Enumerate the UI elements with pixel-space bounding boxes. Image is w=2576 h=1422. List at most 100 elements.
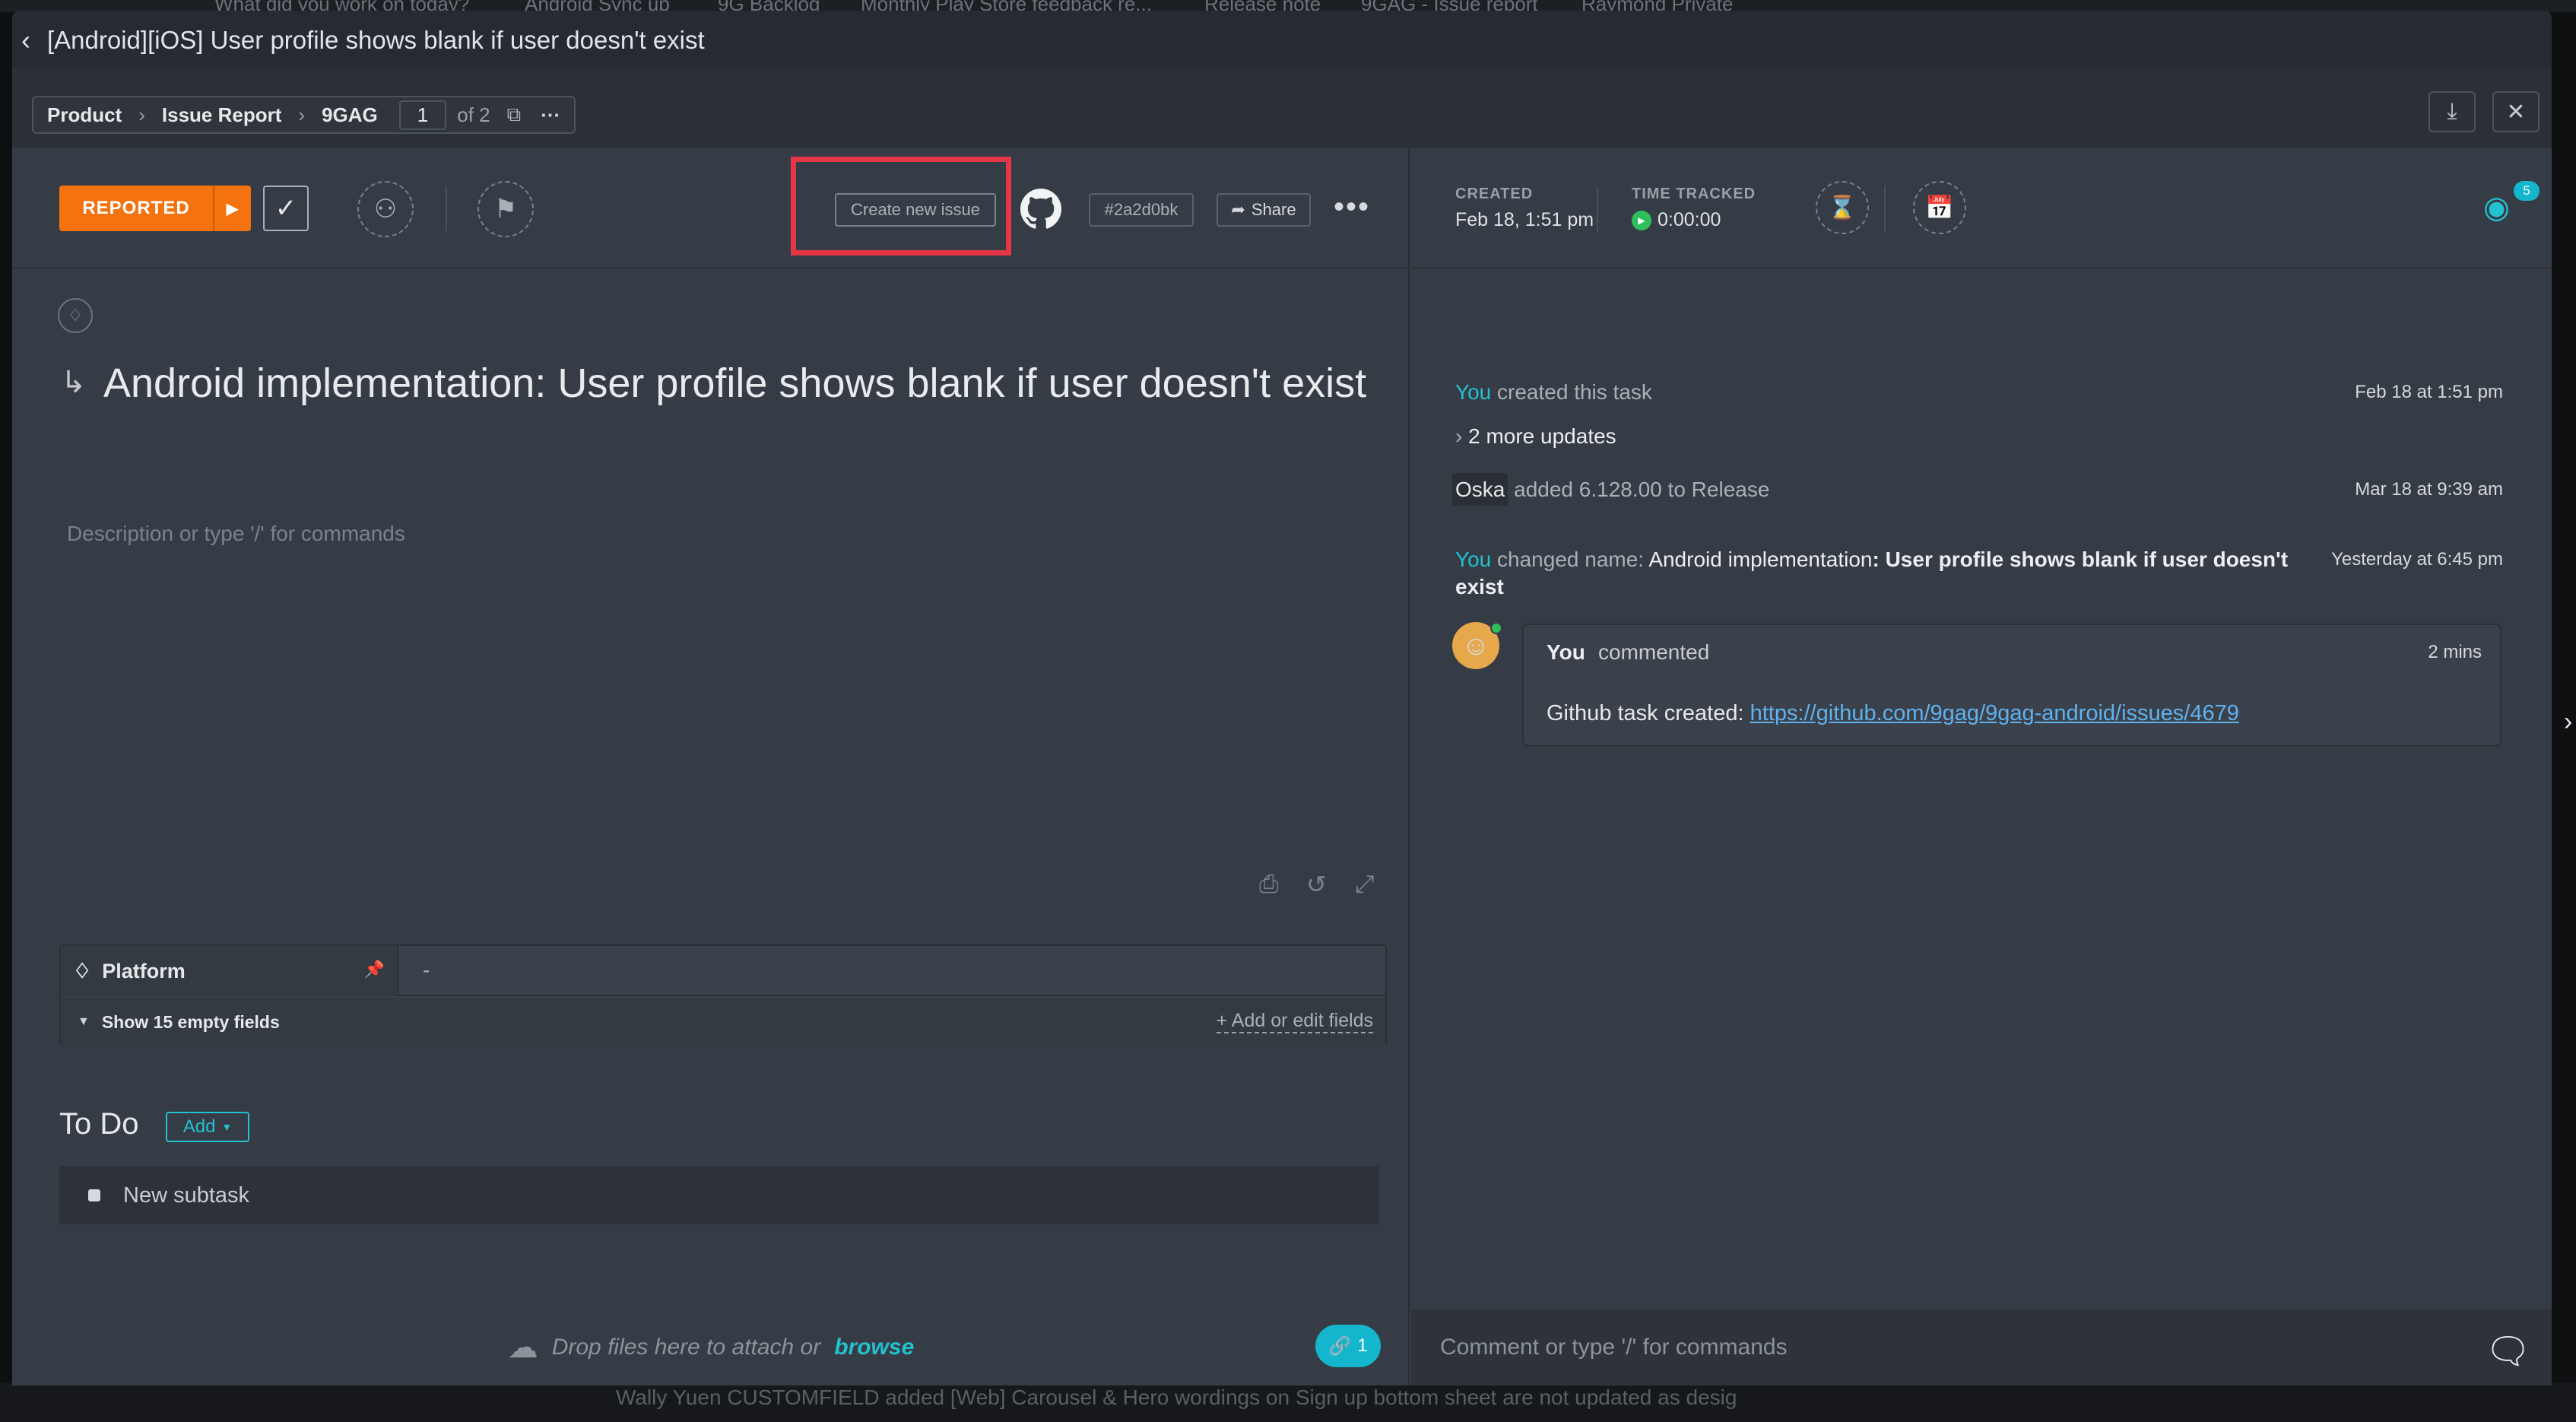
chevron-right-icon: › xyxy=(298,103,306,126)
complete-checkbox[interactable]: ✓ xyxy=(263,186,309,231)
attachment-dropzone[interactable]: ☁ Drop files here to attach or browse xyxy=(12,1309,1410,1385)
share-button[interactable]: ➦ Share xyxy=(1217,193,1311,227)
comment-body: Github task created: https://github.com/… xyxy=(1547,701,2239,726)
activity-actor[interactable]: You xyxy=(1455,380,1491,404)
chevron-right-icon: › xyxy=(138,103,145,126)
activity-text: changed name: xyxy=(1497,548,1645,571)
window-title: [Android][iOS] User profile shows blank … xyxy=(47,26,705,54)
activity-actor[interactable]: Oska xyxy=(1452,473,1508,506)
activity-pane: CREATED Feb 18, 1:51 pm TIME TRACKED ▶ 0… xyxy=(1411,148,2552,1385)
created-meta: CREATED Feb 18, 1:51 pm xyxy=(1455,186,1594,231)
collapse-panel-icon[interactable]: › xyxy=(2564,707,2572,737)
send-comment-icon[interactable]: 🗨 xyxy=(2485,1329,2531,1373)
history-icon[interactable]: ↺ xyxy=(1306,870,1327,899)
background-activity-strip: Wally Yuen CUSTOMFIELD added [Web] Carou… xyxy=(0,1382,2576,1422)
breadcrumb-product[interactable]: Product xyxy=(47,103,122,127)
comment-time: 2 mins xyxy=(2428,642,2482,662)
description-editor[interactable]: Description or type '/' for commands xyxy=(67,522,405,546)
time-tracked-row: ▶ 0:00:00 xyxy=(1632,209,1756,231)
more-updates-toggle[interactable]: › 2 more updates xyxy=(1455,424,1616,449)
field-row-platform: ♢ Platform 📌 - xyxy=(61,946,1385,996)
time-tracked-meta[interactable]: TIME TRACKED ▶ 0:00:00 xyxy=(1632,186,1756,231)
add-edit-fields-link[interactable]: + Add or edit fields xyxy=(1216,1010,1373,1033)
calendar-icon[interactable]: 📅 xyxy=(1913,181,1966,234)
subtask-status-icon xyxy=(88,1189,100,1201)
paperclip-icon: 🔗 xyxy=(1328,1335,1352,1357)
play-timer-icon[interactable]: ▶ xyxy=(1632,210,1651,230)
move-task-icon[interactable]: ⧉ xyxy=(507,103,522,127)
add-subtask-button[interactable]: Add ▼ xyxy=(166,1112,249,1142)
close-icon[interactable]: ✕ xyxy=(2492,91,2540,132)
chevron-right-icon: › xyxy=(1455,424,1463,448)
expand-icon[interactable]: ⤢ xyxy=(1355,870,1375,899)
status-button[interactable]: REPORTED ▶ xyxy=(59,186,251,231)
drop-text: Drop files here to attach or xyxy=(551,1335,821,1360)
comment-text: Github task created: xyxy=(1547,701,1744,725)
breadcrumb-more-icon[interactable]: ··· xyxy=(541,103,560,127)
activity-text: added 6.128.00 to Release xyxy=(1514,478,1770,501)
comment-input[interactable]: Comment or type '/' for commands xyxy=(1411,1309,2552,1385)
activity-time: Mar 18 at 9:39 am xyxy=(2355,479,2503,500)
breadcrumb-issue-report[interactable]: Issue Report xyxy=(162,103,282,127)
breadcrumb-bar: Product › Issue Report › 9GAG 1 of 2 ⧉ ·… xyxy=(12,68,2552,148)
github-icon[interactable] xyxy=(1020,189,1061,230)
caret-down-icon: ▼ xyxy=(78,1015,90,1028)
divider xyxy=(1597,187,1598,233)
assignees-add-icon[interactable]: ⚇ xyxy=(357,181,414,237)
time-tracked-value: 0:00:00 xyxy=(1658,209,1721,230)
activity-time: Feb 18 at 1:51 pm xyxy=(2355,382,2503,402)
share-icon: ➦ xyxy=(1231,200,1245,219)
activity-item: You created this task xyxy=(1455,380,1652,405)
task-modal: ‹ [Android][iOS] User profile shows blan… xyxy=(12,11,2552,1385)
field-value[interactable]: - xyxy=(423,958,430,982)
modal-titlebar: ‹ [Android][iOS] User profile shows blan… xyxy=(12,11,2552,68)
breadcrumb: Product › Issue Report › 9GAG 1 of 2 ⧉ ·… xyxy=(32,96,576,134)
comment-card: You commented 2 mins Github task created… xyxy=(1522,624,2501,747)
print-icon[interactable]: ⎙ xyxy=(1259,870,1279,899)
more-updates-label: 2 more updates xyxy=(1468,424,1616,448)
chevron-left-icon[interactable]: ‹ xyxy=(21,24,30,56)
comment-verb: commented xyxy=(1598,640,1710,664)
browse-link[interactable]: browse xyxy=(834,1335,914,1360)
page-number-input[interactable]: 1 xyxy=(398,100,447,130)
divider xyxy=(1884,186,1886,231)
comment-author[interactable]: You xyxy=(1547,640,1585,665)
activity-time: Yesterday at 6:45 pm xyxy=(2331,549,2503,570)
show-empty-fields-toggle[interactable]: ▼ Show 15 empty fields + Add or edit fie… xyxy=(61,998,1385,1046)
github-issue-link[interactable]: https://github.com/9gag/9gag-android/iss… xyxy=(1750,701,2239,725)
custom-fields-table: ♢ Platform 📌 - ▼ Show 15 empty fields + … xyxy=(59,944,1387,1046)
hourglass-icon[interactable]: ⌛ xyxy=(1816,181,1869,234)
task-detail-pane: REPORTED ▶ ✓ ⚇ ⚑ Create new issue #2a2d0… xyxy=(12,148,1410,1385)
task-id-badge[interactable]: #2a2d0bk xyxy=(1089,193,1194,227)
pin-icon[interactable]: 📌 xyxy=(364,960,385,979)
priority-flag-icon[interactable]: ⚑ xyxy=(477,181,534,237)
new-subtask-input[interactable]: New subtask xyxy=(59,1166,1379,1224)
activity-actor[interactable]: You xyxy=(1455,548,1491,571)
status-label: REPORTED xyxy=(82,198,190,218)
show-empty-fields-label: Show 15 empty fields xyxy=(101,1011,280,1032)
create-new-issue-button[interactable]: Create new issue xyxy=(835,193,996,227)
activity-item: Oska added 6.128.00 to Release xyxy=(1452,473,1770,506)
next-status-arrow-icon[interactable]: ▶ xyxy=(213,186,251,231)
created-value: Feb 18, 1:51 pm xyxy=(1455,209,1594,230)
tag-icon[interactable]: ♢ xyxy=(58,298,93,333)
more-options-icon[interactable]: ••• xyxy=(1334,190,1370,224)
field-name: Platform xyxy=(102,959,186,982)
share-label: Share xyxy=(1251,200,1296,219)
activity-text: created this task xyxy=(1497,380,1652,404)
name-tail: exist xyxy=(1455,575,1504,598)
page-count-label: of 2 xyxy=(457,103,490,126)
activity-item-continued: exist xyxy=(1455,575,1504,599)
created-label: CREATED xyxy=(1455,186,1534,202)
watchers-count: 5 xyxy=(2514,181,2540,201)
task-title[interactable]: Android implementation: User profile sho… xyxy=(59,357,1397,409)
minimize-icon[interactable]: ⤓ xyxy=(2428,91,2476,132)
breadcrumb-9gag[interactable]: 9GAG xyxy=(322,103,378,127)
todo-heading: To Do xyxy=(59,1107,139,1141)
name-bold: : User profile shows blank if user doesn… xyxy=(1872,548,2289,571)
activity-header: CREATED Feb 18, 1:51 pm TIME TRACKED ▶ 0… xyxy=(1411,148,2552,269)
attachment-count: 1 xyxy=(1357,1335,1368,1356)
name-plain: Android implementation xyxy=(1648,548,1873,571)
attachments-badge[interactable]: 🔗 1 xyxy=(1315,1325,1381,1367)
bg-activity-text: Wally Yuen CUSTOMFIELD added [Web] Carou… xyxy=(616,1385,1737,1409)
